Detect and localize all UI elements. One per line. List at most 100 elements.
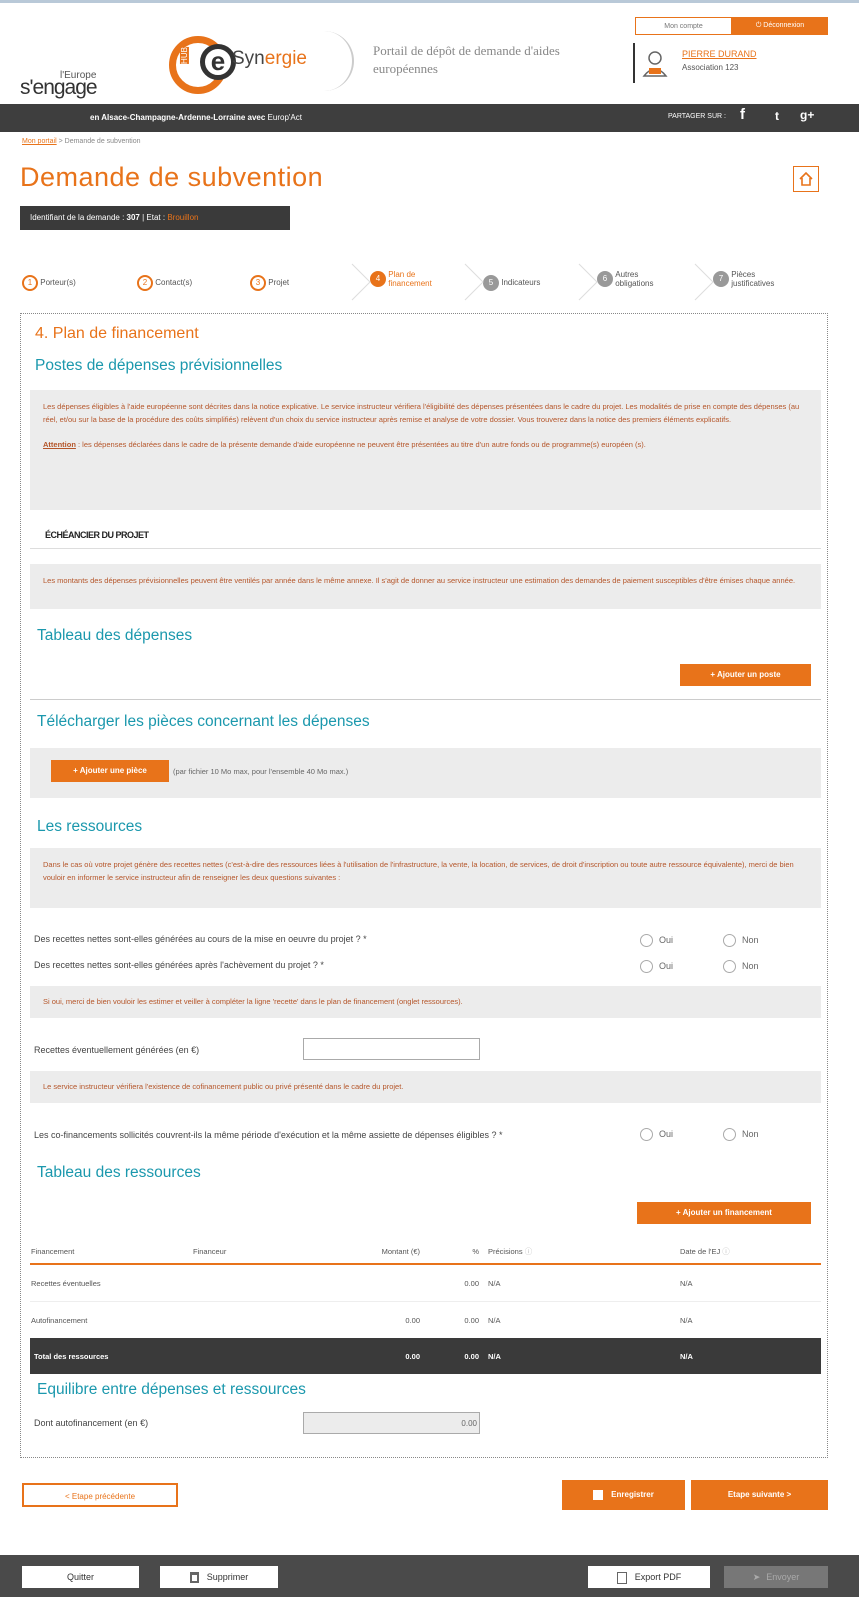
synergie-logo: Synergie [232, 48, 307, 69]
ident-id: 307 [126, 213, 140, 222]
send-button[interactable]: ➤ Envoyer [724, 1566, 828, 1588]
export-pdf-button[interactable]: Export PDF [588, 1566, 710, 1588]
step-6[interactable]: 6 Autres obligations [597, 270, 675, 288]
my-account-button[interactable]: Mon compte [635, 17, 732, 35]
radio-circle [640, 960, 653, 973]
save-button[interactable]: Enregistrer [562, 1480, 685, 1510]
cell: 0.00 [428, 1338, 487, 1374]
recettes-label: Recettes éventuellement générées (en €) [34, 1045, 200, 1055]
cell: N/A [488, 1278, 501, 1288]
logout-button[interactable]: ⏻ Déconnexion [732, 17, 828, 35]
add-document-button[interactable]: + Ajouter une pièce [51, 760, 169, 782]
radio-circle [640, 1128, 653, 1141]
user-avatar-icon [642, 51, 668, 77]
step-1-label: Porteur(s) [40, 278, 76, 288]
radio-circle [723, 960, 736, 973]
tableau-ressources-title: Tableau des ressources [37, 1164, 201, 1181]
breadcrumb-home-link[interactable]: Mon portail [22, 138, 57, 145]
quit-button[interactable]: Quitter [22, 1566, 139, 1588]
q1-oui-radio[interactable]: Oui [640, 934, 673, 947]
next-step-button[interactable]: Etape suivante > [691, 1480, 828, 1510]
step-5-label: Indicateurs [501, 278, 541, 288]
autofinancement-input[interactable] [303, 1412, 480, 1434]
q2-oui-radio[interactable]: Oui [640, 960, 673, 973]
breadcrumb-separator: > [58, 138, 63, 145]
save-label: Enregistrer [611, 1490, 654, 1499]
googleplus-icon[interactable]: g+ [800, 108, 814, 122]
step-6-label: Autres obligations [615, 270, 654, 288]
q2-non-radio[interactable]: Non [723, 960, 759, 973]
q3-non-radio[interactable]: Non [723, 1128, 759, 1141]
twitter-icon[interactable]: t [775, 109, 779, 123]
save-icon [593, 1489, 604, 1500]
recettes-input[interactable] [303, 1038, 480, 1060]
attention-text: Attention : les dépenses déclarées dans … [43, 440, 646, 449]
q3-oui-radio[interactable]: Oui [640, 1128, 673, 1141]
breadcrumb: Mon portail > Demande de subvention [22, 138, 141, 145]
cell: N/A [487, 1338, 679, 1374]
col-percent: % [428, 1239, 487, 1265]
logout-label: Déconnexion [763, 22, 805, 29]
question-cofinancements: Les co-financements sollicités couvrent-… [34, 1130, 503, 1140]
facebook-icon[interactable]: f [740, 106, 745, 123]
table-header-row: Financement Financeur Montant (€) % Préc… [30, 1239, 821, 1265]
si-oui-info-box: Si oui, merci de bien vouloir les estime… [30, 986, 821, 1018]
user-name-link[interactable]: PIERRE DURAND [682, 49, 757, 59]
ressources-info-box: Dans le cas où votre projet génère des r… [30, 848, 821, 908]
etat-label: | Etat : [142, 213, 166, 222]
cell: N/A [680, 1278, 693, 1288]
step-3[interactable]: 3 Projet [250, 275, 289, 291]
page-title: Demande de subvention [20, 162, 324, 192]
step-7-label: Pièces justificatives [731, 270, 775, 288]
delete-button[interactable]: Supprimer [160, 1566, 278, 1588]
attention-label: Attention [43, 440, 76, 449]
cofinancement-info-box: Le service instructeur vérifiera l'exist… [30, 1071, 821, 1103]
step-7[interactable]: 7 Pièces justificatives [713, 270, 791, 288]
col-precisions: Précisions ⓘ [487, 1239, 679, 1265]
telecharger-title: Télécharger les pièces concernant les dé… [37, 713, 370, 730]
postes-info-text: Les dépenses éligibles à l'aide européen… [43, 402, 800, 424]
col-date-ej: Date de l'EJ ⓘ [679, 1239, 821, 1265]
divider [30, 699, 821, 700]
request-identifier-bar: Identifiant de la demande : 307 | Etat :… [20, 206, 290, 230]
step-chevron [464, 263, 484, 301]
tableau-depenses-title: Tableau des dépenses [37, 627, 193, 644]
step-4-active[interactable]: 4 Plan de financement [370, 270, 448, 288]
export-label: Export PDF [634, 1572, 682, 1582]
breadcrumb-current: Demande de subvention [64, 138, 141, 145]
radio-circle [723, 934, 736, 947]
step-2-number: 2 [137, 275, 153, 291]
cell: Autofinancement [31, 1315, 88, 1325]
user-separator [633, 43, 635, 83]
cell: 0.00 [344, 1338, 428, 1374]
share-label: PARTAGER SUR : [668, 113, 726, 120]
step-2-label: Contact(s) [155, 278, 193, 288]
postes-title: Postes de dépenses prévisionnelles [35, 357, 283, 374]
cell: Recettes éventuelles [31, 1278, 101, 1288]
region-text: en Alsace-Champagne-Ardenne-Lorraine ave… [90, 113, 302, 122]
table-row: Autofinancement 0.00 0.00 N/A N/A [30, 1302, 821, 1339]
step-3-number: 3 [250, 275, 266, 291]
step-chevron [694, 263, 714, 301]
step-chevron [351, 263, 371, 301]
cell [344, 1264, 428, 1302]
home-button[interactable] [793, 166, 819, 192]
add-financing-button[interactable]: + Ajouter un financement [637, 1202, 811, 1224]
user-association: Association 123 [682, 63, 739, 72]
divider [30, 548, 821, 549]
col-montant: Montant (€) [344, 1239, 428, 1265]
step-1[interactable]: 1 Porteur(s) [22, 275, 76, 291]
cell: N/A [680, 1315, 693, 1325]
delete-label: Supprimer [206, 1572, 249, 1582]
step-4-label: Plan de financement [388, 270, 432, 288]
step-5[interactable]: 5 Indicateurs [483, 275, 540, 291]
ressources-title: Les ressources [37, 818, 143, 835]
col-financement: Financement [30, 1239, 192, 1265]
q1-non-radio[interactable]: Non [723, 934, 759, 947]
add-expense-item-button[interactable]: + Ajouter un poste [680, 664, 811, 686]
step-2[interactable]: 2 Contact(s) [137, 275, 192, 291]
step-3-label: Projet [268, 278, 290, 288]
equilibre-title: Equilibre entre dépenses et ressources [37, 1381, 306, 1398]
europe-engage-logo: s'engage [20, 76, 98, 99]
previous-step-button[interactable]: < Etape précédente [22, 1483, 178, 1507]
